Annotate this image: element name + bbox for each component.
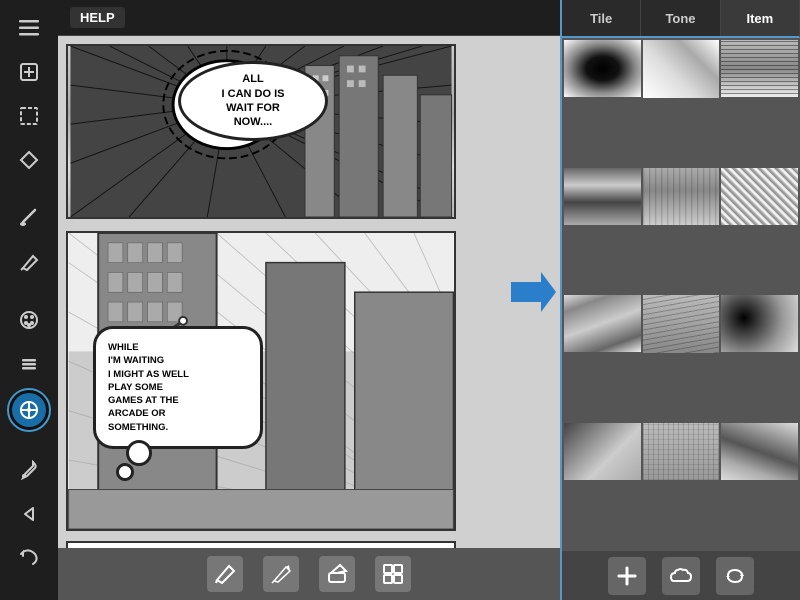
material-item-8[interactable] xyxy=(643,295,720,353)
material-item-10[interactable] xyxy=(564,423,641,480)
left-toolbar xyxy=(0,0,58,600)
material-item-1[interactable] xyxy=(564,40,641,97)
brush-icon[interactable] xyxy=(9,198,49,238)
undo-icon[interactable] xyxy=(9,538,49,578)
right-panel: Tile Tone Item xyxy=(560,0,800,600)
eyedropper-icon[interactable] xyxy=(9,450,49,490)
refresh-button[interactable] xyxy=(716,557,754,595)
comic-panel-2: WHILE I'M WAITING I MIGHT AS WELL PLAY S… xyxy=(66,231,456,531)
add-button[interactable] xyxy=(608,557,646,595)
comic-panels: ALL I CAN DO IS WAIT FOR NOW.... xyxy=(58,36,560,548)
tab-tone[interactable]: Tone xyxy=(641,0,720,36)
speech-bubble-1: ALL I CAN DO IS WAIT FOR NOW.... xyxy=(178,61,328,141)
pencil-tool[interactable] xyxy=(207,556,243,592)
cloud-bubble: WHILE I'M WAITING I MIGHT AS WELL PLAY S… xyxy=(93,326,263,449)
material-item-6[interactable] xyxy=(721,168,798,225)
tabs: Tile Tone Item xyxy=(562,0,800,38)
grid-tool[interactable] xyxy=(375,556,411,592)
comic-panel-1: ALL I CAN DO IS WAIT FOR NOW.... xyxy=(66,44,456,219)
pen-icon[interactable] xyxy=(9,242,49,282)
transform-icon[interactable] xyxy=(9,140,49,180)
cloud-button[interactable] xyxy=(662,557,700,595)
arrow-indicator xyxy=(506,272,556,312)
material-item-4[interactable] xyxy=(564,168,641,225)
action-bar xyxy=(562,550,800,600)
material-item-9[interactable] xyxy=(721,295,798,352)
material-item-3[interactable] xyxy=(721,40,798,97)
material-item-2[interactable] xyxy=(643,40,720,98)
eraser-tool[interactable] xyxy=(319,556,355,592)
palette-icon[interactable] xyxy=(9,300,49,340)
help-button[interactable]: HELP xyxy=(70,7,125,28)
comic-panel-3 xyxy=(66,541,456,548)
share-icon[interactable] xyxy=(9,494,49,534)
material-item-7[interactable] xyxy=(564,295,641,352)
menu-icon[interactable] xyxy=(9,8,49,48)
top-bar: HELP xyxy=(58,0,560,36)
material-grid xyxy=(562,38,800,550)
material-item-11[interactable] xyxy=(643,423,720,481)
bottom-toolbar xyxy=(58,548,560,600)
main-area: HELP xyxy=(58,0,560,600)
canvas-area[interactable]: ALL I CAN DO IS WAIT FOR NOW.... xyxy=(58,36,560,548)
tab-item[interactable]: Item xyxy=(721,0,800,38)
select-icon[interactable] xyxy=(9,96,49,136)
edit-icon[interactable] xyxy=(9,52,49,92)
material-item-5[interactable] xyxy=(643,168,720,226)
tab-tile[interactable]: Tile xyxy=(562,0,641,36)
material-item-12[interactable] xyxy=(721,423,798,480)
pen-tool[interactable] xyxy=(263,556,299,592)
material-icon[interactable] xyxy=(7,388,51,432)
layers-icon[interactable] xyxy=(9,344,49,384)
